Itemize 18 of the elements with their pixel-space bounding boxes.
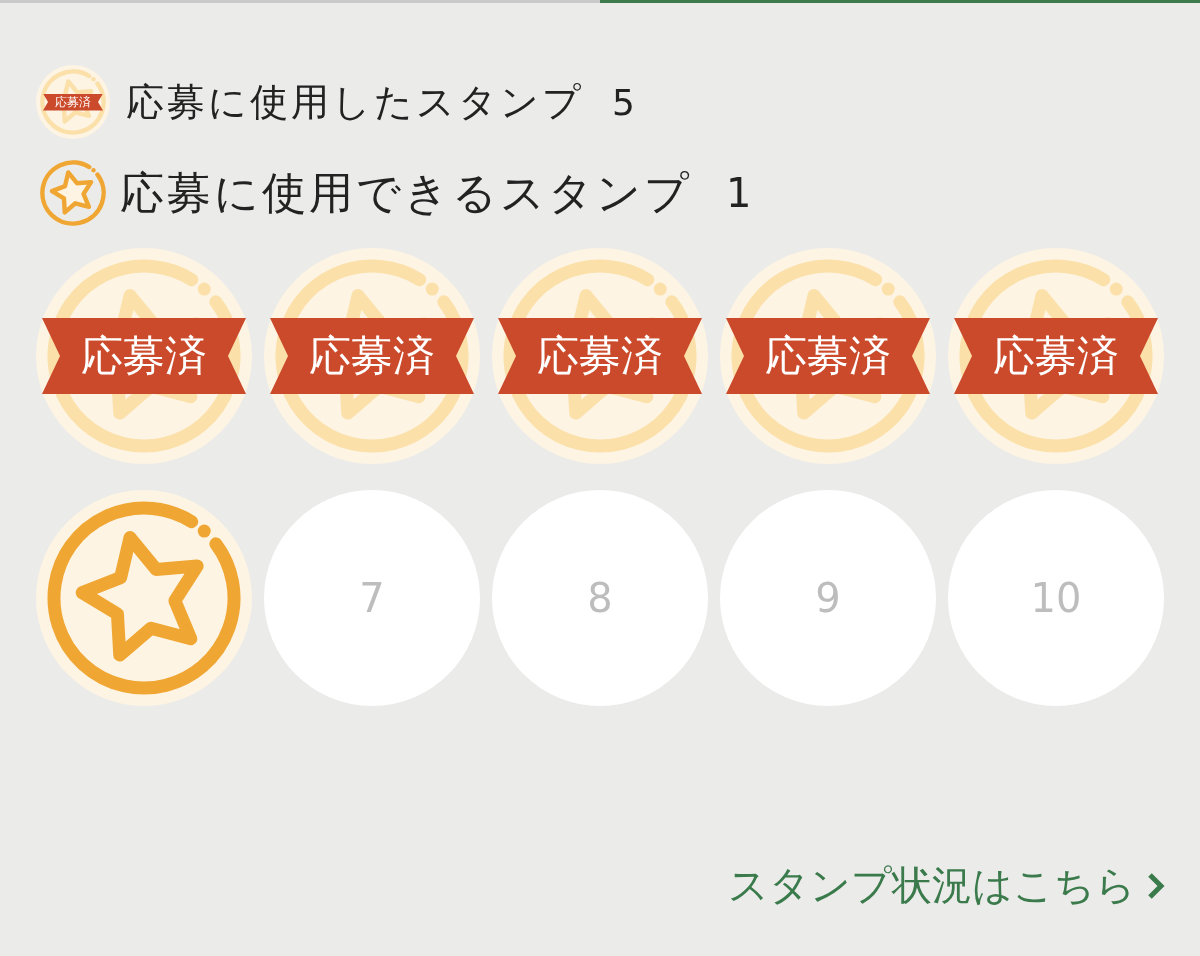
stamp-status-link[interactable]: スタンプ状況はこちら xyxy=(728,858,1166,913)
legend-label: 応募に使用したスタンプ xyxy=(126,78,584,126)
applied-ribbon: 応募済 xyxy=(43,93,103,111)
legend-count: 1 xyxy=(726,170,752,216)
applied-ribbon: 応募済 xyxy=(954,318,1158,394)
empty-stamp-slot: 7 xyxy=(264,490,480,706)
star-stamp-icon xyxy=(36,490,252,706)
chevron-right-icon xyxy=(1146,870,1166,901)
applied-ribbon: 応募済 xyxy=(726,318,930,394)
legend-label: 応募に使用できるスタンプ xyxy=(120,165,692,220)
empty-stamp-slot: 8 xyxy=(492,490,708,706)
empty-stamp-slot: 9 xyxy=(720,490,936,706)
empty-stamp-slot: 10 xyxy=(948,490,1164,706)
star-stamp-icon xyxy=(40,160,106,226)
legend-count: 5 xyxy=(612,81,635,123)
applied-ribbon: 応募済 xyxy=(498,318,702,394)
applied-ribbon: 応募済 xyxy=(42,318,246,394)
applied-ribbon: 応募済 xyxy=(270,318,474,394)
